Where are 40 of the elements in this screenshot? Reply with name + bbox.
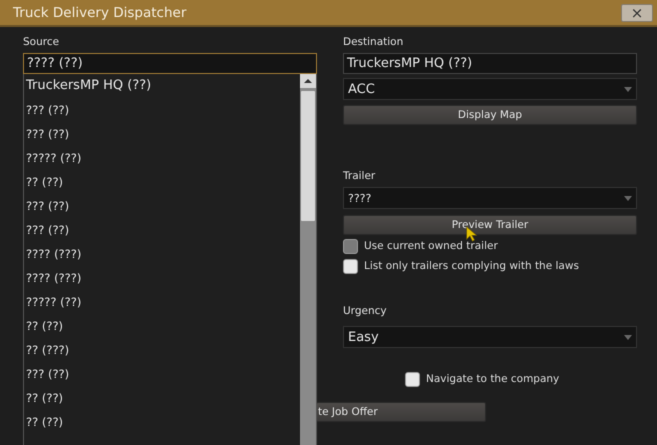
- dropdown-option[interactable]: ??? (??): [24, 196, 300, 220]
- close-button[interactable]: ×: [621, 4, 653, 22]
- trailer-label: Trailer: [343, 170, 376, 184]
- dropdown-option[interactable]: ??? (??): [24, 220, 300, 244]
- destination-field[interactable]: TruckersMP HQ (??): [343, 53, 637, 74]
- dropdown-option[interactable]: ?? (???): [24, 340, 300, 364]
- window-title: Truck Delivery Dispatcher: [13, 4, 186, 20]
- caret-icon: [624, 334, 632, 340]
- source-field[interactable]: ???? (??): [23, 53, 317, 74]
- dropdown-option[interactable]: ????? (??): [24, 292, 300, 316]
- checkbox-label: Use current owned trailer: [364, 240, 498, 252]
- generate-job-offer-button[interactable]: te Job Offer: [316, 402, 486, 422]
- display-map-button[interactable]: Display Map: [343, 105, 637, 125]
- company-select[interactable]: ACC: [343, 78, 637, 100]
- dropdown-option[interactable]: ????? (??): [24, 148, 300, 172]
- source-label: Source: [23, 36, 60, 50]
- checkbox[interactable]: [405, 372, 420, 386]
- dropdown-option[interactable]: ??? (??): [24, 100, 300, 124]
- trailer-select[interactable]: ????: [343, 187, 637, 209]
- dropdown-option[interactable]: TruckersMP HQ (??): [24, 76, 300, 100]
- urgency-select[interactable]: Easy: [343, 326, 637, 348]
- dropdown-option[interactable]: ??? (??): [24, 364, 300, 388]
- caret-icon: [624, 86, 632, 92]
- destination-label: Destination: [343, 36, 404, 50]
- dropdown-option[interactable]: ??? (??): [24, 124, 300, 148]
- dropdown-option[interactable]: ???? (???): [24, 244, 300, 268]
- dropdown-option[interactable]: ?? (??): [24, 388, 300, 412]
- dropdown-option[interactable]: ???? (???): [24, 268, 300, 292]
- dropdown-option[interactable]: ?? (??): [24, 412, 300, 436]
- urgency-label: Urgency: [343, 305, 388, 319]
- checkbox-label: Navigate to the company: [426, 373, 560, 385]
- scroll-up-icon[interactable]: [300, 74, 316, 88]
- checkbox[interactable]: [343, 258, 358, 274]
- caret-icon: [624, 196, 632, 200]
- scroll-thumb[interactable]: [301, 91, 315, 221]
- scrollbar[interactable]: [300, 74, 316, 445]
- dropdown-option[interactable]: ?? (??): [24, 316, 300, 340]
- dropdown-option[interactable]: ?? (??): [24, 172, 300, 196]
- preview-trailer-button[interactable]: Preview Trailer: [343, 215, 637, 235]
- checkbox-label: List only trailers complying with the laws: [364, 260, 579, 272]
